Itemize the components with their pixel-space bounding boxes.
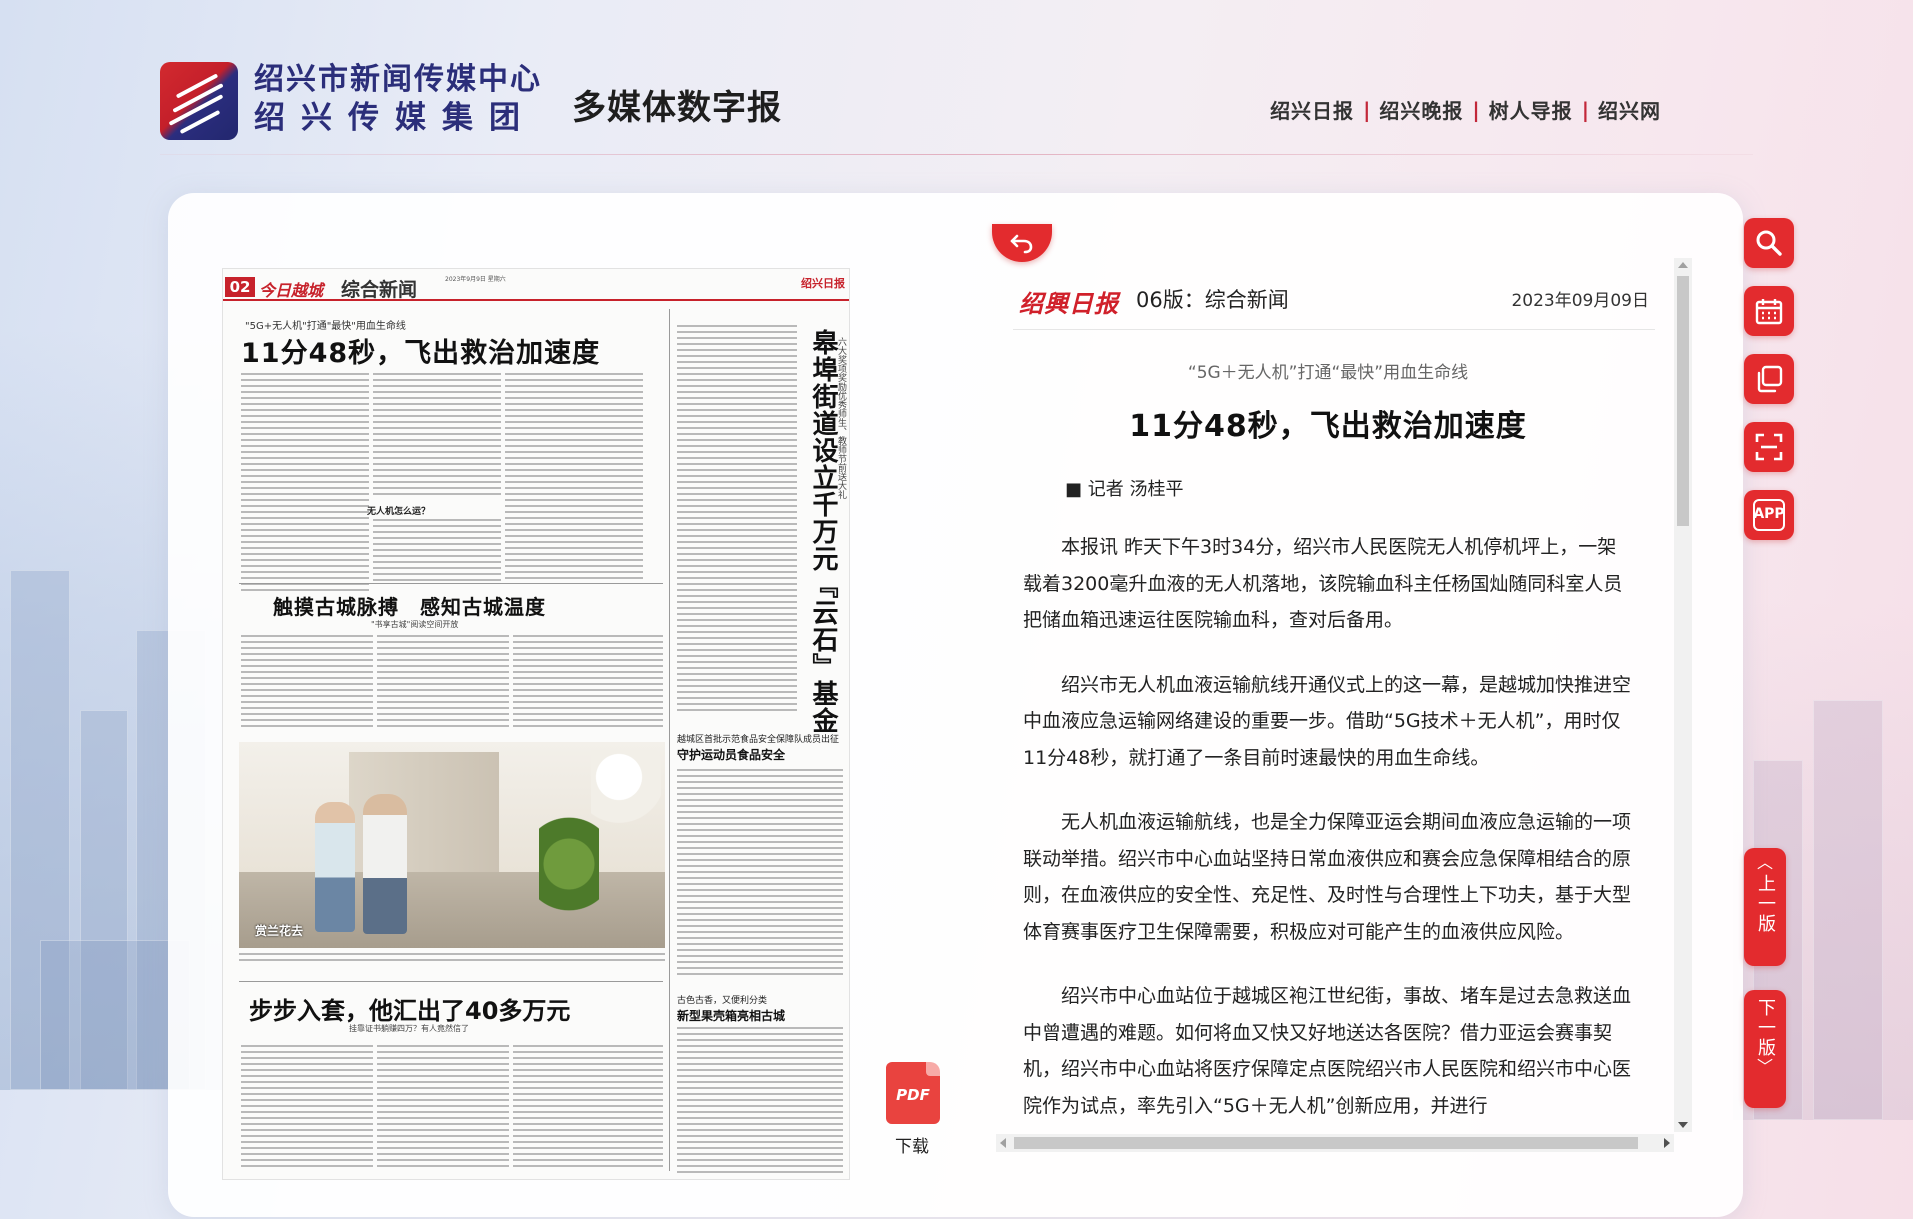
paper-story3-text-col2: [377, 635, 509, 735]
article-content[interactable]: “5G＋无人机”打通“最快”用血生命线 11分48秒，飞出救治加速度 ■ 记者 …: [1023, 350, 1633, 1130]
nav-shaoxing-net[interactable]: 绍兴网: [1598, 95, 1661, 124]
scroll-right-arrow-icon[interactable]: [1664, 1138, 1670, 1148]
paper-story5-text-col2: [377, 1045, 509, 1175]
nav-shaoxing-evening[interactable]: 绍兴晚报: [1379, 95, 1463, 124]
next-page-button[interactable]: 下一版 ﹀: [1744, 990, 1786, 1108]
search-icon: [1756, 230, 1782, 256]
next-page-label: 下一版: [1755, 998, 1776, 1058]
scroll-thumb-horizontal[interactable]: [1014, 1137, 1638, 1149]
paper-story4-headline[interactable]: 守护运动员食品安全: [677, 746, 785, 763]
paper-box-label: 无人机怎么运？: [367, 507, 431, 517]
paper-story4-kicker: 越城区首批示范食品安全保障队成员出征: [677, 735, 840, 745]
article-vertical-scrollbar[interactable]: [1674, 258, 1692, 1132]
paper-story1-kicker: "5G+无人机"打通"最快"用血生命线: [245, 321, 406, 332]
paper-story4-text: [677, 769, 843, 981]
paper-story2-vertical-subtitle: 六大奖项奖励优秀师生、教师节前送大礼: [836, 337, 846, 499]
nav-separator: |: [1363, 97, 1371, 122]
chevron-down-icon: ﹀: [1756, 1057, 1773, 1076]
article-paragraph: 本报讯 昨天下午3时34分，绍兴市人民医院无人机停机坪上，一架载着3200毫升血…: [1023, 536, 1623, 631]
paper-brand: 今日越城: [259, 281, 324, 300]
article-paragraph: 绍兴市中心血站位于越城区袍江世纪街，事故、堵车是过去急救送血中曾遭遇的难题。如何…: [1023, 985, 1632, 1117]
prev-page-button[interactable]: ︿ 上一版: [1744, 848, 1786, 966]
paper-story1-text-col2: [373, 373, 501, 499]
paper-section: 综合新闻: [341, 279, 418, 301]
paper-right-logo: 绍兴日报: [801, 277, 845, 290]
org-name-line1: 绍兴市新闻传媒中心: [254, 62, 542, 97]
calendar-button[interactable]: [1744, 286, 1794, 336]
paper-story1-headline[interactable]: 11分48秒，飞出救治加速度: [241, 331, 600, 370]
site-header: 绍兴市新闻传媒中心 绍兴传媒集团 多媒体数字报 绍兴日报 | 绍兴晚报 | 树人…: [0, 0, 1913, 155]
paper-story5-text-col1: [241, 1045, 373, 1175]
paper-story6-text: [677, 1027, 843, 1177]
article-paragraph: 绍兴市无人机血液运输航线开通仪式上的这一幕，是越城加快推进空中血液应急运输网络建…: [1023, 673, 1632, 769]
back-arrow-icon: [992, 230, 1052, 260]
back-button[interactable]: [992, 224, 1052, 262]
chevron-up-icon: ︿: [1756, 853, 1773, 872]
site-title: 多媒体数字报: [572, 88, 782, 128]
copy-button[interactable]: [1744, 354, 1794, 404]
scan-button[interactable]: [1744, 422, 1794, 472]
nav-shaoxing-daily[interactable]: 绍兴日报: [1270, 95, 1354, 124]
article-byline: ■ 记者 汤桂平: [1065, 479, 1184, 500]
nav-separator: |: [1472, 97, 1480, 122]
org-name-line2: 绍兴传媒集团: [254, 100, 536, 136]
paper-row-rule: [239, 583, 663, 584]
paper-story3-headline[interactable]: 触摸古城脉搏 感知古城温度: [273, 591, 546, 620]
newspaper-page[interactable]: 02 今日越城 综合新闻 2023年9月9日 星期六 绍兴日报 "5G+无人机"…: [222, 268, 850, 1180]
app-label: APP: [1753, 506, 1785, 522]
org-logo-text: 绍兴市新闻传媒中心 绍兴传媒集团: [254, 62, 542, 138]
copy-icon: [1757, 365, 1783, 393]
app-button[interactable]: APP: [1744, 490, 1794, 540]
article-header: 绍興日报 06版：综合新闻 2023年09月09日: [1013, 280, 1655, 330]
top-nav: 绍兴日报 | 绍兴晚报 | 树人导报 | 绍兴网: [1270, 95, 1661, 124]
calendar-icon: [1755, 299, 1783, 325]
paper-story5-subtitle: 挂靠证书躺赚四万？有人竟然信了: [349, 1024, 469, 1033]
scan-icon: [1755, 433, 1783, 461]
paper-meta-date: 2023年9月9日 星期六: [445, 276, 506, 283]
nav-separator: |: [1581, 97, 1589, 122]
search-button[interactable]: [1744, 218, 1794, 268]
paper-story6-headline[interactable]: 新型果壳箱亮相古城: [677, 1007, 785, 1024]
article-horizontal-scrollbar[interactable]: [996, 1134, 1674, 1152]
paper-story3-text-col1: [241, 635, 373, 735]
scroll-left-arrow-icon[interactable]: [1000, 1138, 1006, 1148]
paper-story6-kicker: 古色古香，又便利分类: [677, 996, 768, 1006]
pdf-download-button[interactable]: PDF: [886, 1062, 940, 1126]
article-paragraph: 无人机血液运输航线，也是全力保障亚运会期间血液应急运输的一项联动举措。绍兴市中心…: [1023, 811, 1632, 943]
paper-story3-subtitle: "书享古城"阅读空间开放: [371, 620, 459, 629]
paper-story5-text-col3: [513, 1045, 663, 1175]
scroll-down-arrow-icon[interactable]: [1678, 1122, 1688, 1128]
pdf-icon-label: PDF: [896, 1086, 930, 1104]
prev-page-label: 上一版: [1755, 874, 1776, 934]
nav-shuren-herald[interactable]: 树人导报: [1489, 95, 1573, 124]
paper-page-number: 02: [225, 277, 255, 297]
pdf-download-label[interactable]: 下载: [895, 1132, 929, 1157]
scroll-thumb[interactable]: [1677, 276, 1689, 526]
logo-icon[interactable]: [160, 62, 238, 140]
paper-story1-text-col1: [241, 373, 369, 601]
paper-story2-text: [677, 325, 797, 723]
paper-photo-caption-text: [239, 953, 665, 967]
paper-photo: 赏兰花去: [239, 742, 665, 948]
paper-photo-caption: 赏兰花去: [255, 924, 304, 938]
paper-header: 02 今日越城 综合新闻 2023年9月9日 星期六 绍兴日报: [223, 269, 849, 301]
paper-story5-headline[interactable]: 步步入套，他汇出了40多万元: [249, 991, 570, 1026]
paper-story1-text-col3: [505, 373, 643, 587]
article-kicker: “5G＋无人机”打通“最快”用血生命线: [1187, 363, 1469, 383]
paper-story1-text-col2b: [373, 519, 501, 587]
article-edition: 06版：综合新闻: [1136, 288, 1289, 312]
paper-row-rule-2: [239, 981, 663, 982]
paper-story3-text-col3: [513, 635, 663, 735]
paper-column-rule: [669, 309, 670, 1171]
article-title: 11分48秒，飞出救治加速度: [1129, 409, 1527, 444]
article-date: 2023年09月09日: [1511, 291, 1649, 311]
article-paper-brand: 绍興日报: [1019, 289, 1119, 318]
header-divider: [160, 154, 1753, 155]
scroll-up-arrow-icon[interactable]: [1678, 262, 1688, 268]
